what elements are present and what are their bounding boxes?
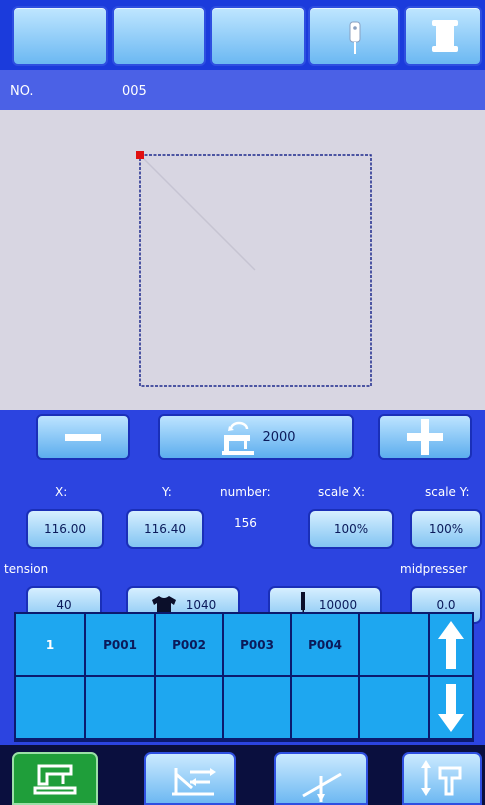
program-list: 1 P001 P002 P003 P004: [14, 612, 474, 742]
needle-toolbar-button[interactable]: [308, 6, 400, 66]
needle-icon: [349, 21, 361, 54]
pattern-drawing: [136, 151, 372, 387]
bobbin-icon: [432, 20, 458, 52]
toolbar-button-1[interactable]: [12, 6, 108, 66]
scale-y-label: scale Y:: [425, 485, 470, 499]
midpresser-label: midpresser: [400, 562, 468, 576]
decrease-button[interactable]: [36, 414, 130, 460]
arrow-up-icon: [438, 620, 464, 669]
program-cell-empty[interactable]: [16, 677, 86, 740]
program-cell-empty[interactable]: [86, 677, 156, 740]
no-value: 005: [122, 84, 147, 99]
arrow-down-icon: [438, 683, 464, 732]
program-cell-empty[interactable]: [156, 677, 224, 740]
pattern-move-button[interactable]: [144, 752, 236, 805]
program-cell-empty[interactable]: [224, 677, 292, 740]
scale-y-field[interactable]: 100%: [410, 509, 482, 549]
thread-cut-button[interactable]: [274, 752, 368, 805]
x-label: X:: [55, 485, 68, 499]
pattern-preview: [0, 110, 485, 410]
stitch-count-value: 10000: [318, 598, 358, 612]
program-cell-empty[interactable]: [360, 614, 430, 677]
plus-icon: [407, 419, 443, 455]
number-label: number:: [220, 485, 271, 499]
info-bar: NO. 005: [0, 70, 485, 110]
program-cell-p003[interactable]: P003: [224, 614, 292, 677]
start-point-marker: [136, 151, 144, 159]
tension-label: tension: [4, 562, 49, 576]
program-cell-empty[interactable]: [360, 677, 430, 740]
program-cell-p001[interactable]: P001: [86, 614, 156, 677]
feed-move-icon: [172, 768, 216, 796]
program-cell-p002[interactable]: P002: [156, 614, 224, 677]
scroll-down-button[interactable]: [430, 677, 472, 740]
sewing-machine-icon: [33, 764, 77, 795]
program-index-cell[interactable]: 1: [16, 614, 86, 677]
scale-x-label: scale X:: [318, 485, 365, 499]
y-label: Y:: [162, 485, 172, 499]
sewing-mode-button[interactable]: [12, 752, 98, 805]
presser-foot-button[interactable]: [402, 752, 482, 805]
scroll-up-button[interactable]: [430, 614, 472, 677]
y-coordinate-field[interactable]: 116.40: [126, 509, 204, 549]
toolbar-button-2[interactable]: [112, 6, 206, 66]
speed-value: 2000: [262, 429, 296, 445]
program-cell-empty[interactable]: [292, 677, 360, 740]
x-coordinate-field[interactable]: 116.00: [26, 509, 104, 549]
no-label: NO.: [10, 84, 34, 99]
scale-x-field[interactable]: 100%: [308, 509, 394, 549]
presser-foot-icon: [421, 760, 462, 796]
increase-button[interactable]: [378, 414, 472, 460]
program-cell-p004[interactable]: P004: [292, 614, 360, 677]
stitch-path-line: [139, 154, 256, 271]
speed-button[interactable]: 2000: [158, 414, 354, 460]
number-value: 156: [234, 516, 257, 530]
sewing-speed-icon: [222, 421, 255, 455]
minus-icon: [65, 434, 101, 441]
bobbin-toolbar-button[interactable]: [404, 6, 482, 66]
toolbar-button-3[interactable]: [210, 6, 306, 66]
garment-count-value: 1040: [185, 598, 217, 612]
thread-cut-icon: [302, 772, 342, 802]
